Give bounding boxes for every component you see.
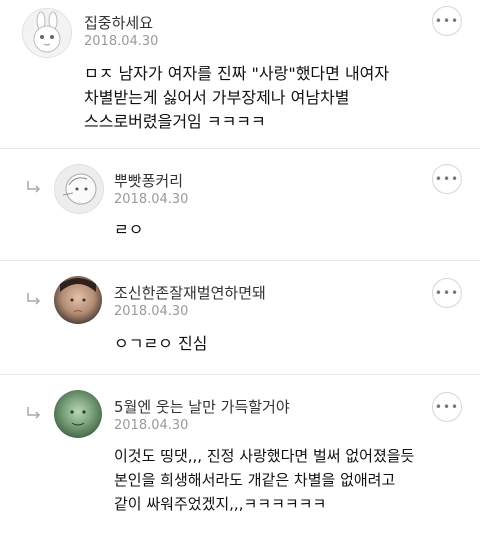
reply-comment-4: 5월엔 웃는 날만 가득할거야 2018.04.30 ••• 이것도 띵댓,,,… [0,376,480,536]
divider [0,374,480,375]
reply-arrow-icon [27,181,41,193]
comment-date: 2018.04.30 [114,418,189,433]
comment-date: 2018.04.30 [114,304,189,319]
reply-arrow-icon [27,407,41,419]
avatar-rabbit[interactable] [22,8,72,58]
more-options-button[interactable]: ••• [432,392,462,422]
comment-text: ㅁㅈ 남자가 여자를 진짜 "사랑"했다면 내여자 차별받는게 싫어서 가부장제… [84,64,390,131]
more-options-button[interactable]: ••• [432,6,462,36]
comment-date: 2018.04.30 [84,34,159,49]
person-photo-icon [70,410,86,426]
comment-author[interactable]: 뿌빳퐁커리 [114,170,183,191]
reply-comment-2: 뿌빳퐁커리 2018.04.30 ••• ㄹㅇ [0,150,480,260]
comment-text: 이것도 띵댓,,, 진정 사랑했다면 벌써 없어졌을듯 본인을 희생해서라도 개… [114,447,415,513]
rabbit-icon [33,11,61,53]
comment-author[interactable]: 5월엔 웃는 날만 가득할거야 [114,396,290,417]
comment-author[interactable]: 조신한존잘재벌연하면돼 [114,282,266,303]
reply-arrow-icon [27,293,41,305]
divider [0,148,480,149]
avatar-character[interactable] [54,164,104,214]
comment-text: ㅇㄱㄹㅇ 진심 [114,334,208,353]
avatar-green-photo[interactable] [54,390,102,438]
avatar-photo[interactable] [54,276,102,324]
person-photo-icon [60,278,96,313]
comment-1: 집중하세요 2018.04.30 ••• ㅁㅈ 남자가 여자를 진짜 "사랑"했… [0,0,480,150]
comment-text: ㄹㅇ [114,220,144,239]
more-options-button[interactable]: ••• [432,278,462,308]
divider [0,260,480,261]
character-icon [62,173,97,205]
reply-comment-3: 조신한존잘재벌연하면돼 2018.04.30 ••• ㅇㄱㄹㅇ 진심 [0,262,480,374]
more-options-button[interactable]: ••• [432,164,462,194]
comment-date: 2018.04.30 [114,192,189,207]
comment-author[interactable]: 집중하세요 [84,12,153,33]
